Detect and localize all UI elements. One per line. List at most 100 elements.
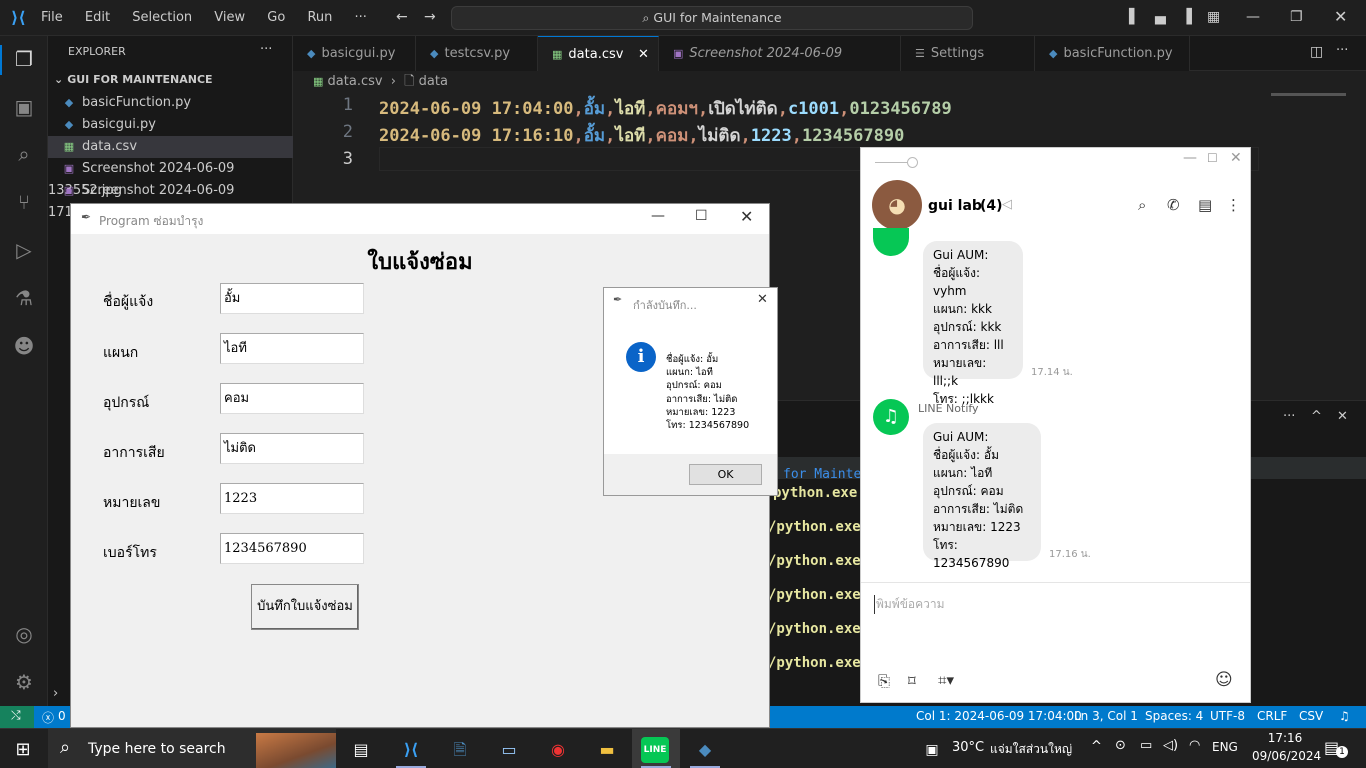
file-explorer-icon[interactable]: ▬ [592, 735, 622, 765]
chrome-icon[interactable]: ◉ [543, 735, 573, 765]
extensions-icon[interactable]: ▣ [10, 93, 38, 121]
close-panel-icon[interactable]: ✕ [1337, 409, 1348, 424]
testing-icon[interactable]: ⚗ [10, 284, 38, 312]
status-spaces[interactable]: Spaces: 4 [1145, 709, 1203, 723]
reporter-input[interactable]: อั้ม [220, 283, 364, 314]
save-button[interactable]: บันทึกใบแจ้งซ่อม [251, 584, 359, 630]
attach-icon[interactable]: ⎘ [878, 672, 890, 690]
number-input[interactable]: 1223 [220, 483, 364, 514]
python-idle-icon[interactable]: 🗎 [445, 735, 475, 765]
chat-name[interactable]: gui lab [928, 198, 982, 214]
remote-indicator[interactable]: ⤭ [0, 706, 34, 728]
battery-icon[interactable]: ▭ [1140, 738, 1152, 753]
task-view-icon[interactable]: ▤ [346, 735, 376, 765]
customize-layout-icon[interactable]: ▦ [1207, 9, 1220, 25]
tab-settings[interactable]: ☰ Settings [901, 36, 1035, 71]
toggle-secondary-sidebar-icon[interactable]: ▐ [1181, 9, 1192, 25]
more-actions-icon[interactable]: ··· [1336, 43, 1348, 58]
minimize-icon[interactable]: — [1246, 9, 1260, 25]
toggle-panel-icon[interactable]: ▄ [1155, 9, 1166, 25]
minimap[interactable] [1271, 93, 1346, 96]
taskbar-search[interactable]: ⌕ Type here to search [48, 729, 336, 768]
tab-testcsv[interactable]: ◆ testcsv.py [416, 36, 538, 71]
more-actions-icon[interactable]: ··· [1283, 409, 1295, 424]
wifi-icon[interactable]: ◠ [1189, 738, 1200, 753]
menu-selection[interactable]: Selection [132, 10, 192, 25]
python-icon[interactable]: ◆ [690, 735, 720, 765]
screenshot-crop-icon[interactable]: ⌗▾ [938, 671, 954, 689]
status-position[interactable]: Col 1: 2024-06-09 17:04:00 [916, 709, 1082, 723]
weather-temp[interactable]: 30°C [952, 740, 984, 755]
menu-edit[interactable]: Edit [85, 10, 110, 25]
forward-arrow-icon[interactable]: → [424, 9, 436, 25]
search-icon[interactable]: ⌕ [10, 140, 38, 168]
chevron-up-icon[interactable]: ^ [1091, 739, 1102, 754]
tab-screenshot[interactable]: ▣Screenshot 2024-06-09 133552.jpg [659, 36, 901, 96]
menu-go[interactable]: Go [267, 10, 285, 25]
phone-input[interactable]: 1234567890 [220, 533, 364, 564]
close-icon[interactable]: ✕ [757, 292, 768, 307]
control-panel-icon[interactable]: ▭ [494, 735, 524, 765]
file-item[interactable]: ◆ basicFunction.py [48, 92, 293, 114]
weather-text[interactable]: แจ่มใสส่วนใหญ่ [990, 740, 1072, 759]
toggle-sidebar-icon[interactable]: ▌ [1129, 9, 1140, 25]
chevron-right-icon[interactable]: › [53, 686, 58, 701]
tab-basicfunction[interactable]: ◆ basicFunction.py [1035, 36, 1190, 71]
breadcrumb-symbol[interactable]: data [419, 74, 448, 89]
message-bubble[interactable]: Gui AUM: ชื่อผู้แจ้ง: vyhm แผนก: kkk อุป… [923, 241, 1023, 406]
command-center[interactable]: ⌕ GUI for Maintenance [451, 6, 973, 30]
menu-file[interactable]: File [41, 10, 63, 25]
status-ln-col[interactable]: Ln 3, Col 1 [1074, 709, 1138, 723]
folder-header[interactable]: ⌄ GUI FOR MAINTENANCE [48, 69, 293, 91]
notes-icon[interactable]: ▤ [1198, 196, 1212, 214]
minimize-icon[interactable]: — [651, 208, 665, 224]
explorer-icon[interactable]: ❐ [10, 45, 38, 73]
source-control-icon[interactable]: ⑂ [10, 188, 38, 216]
weather-icon[interactable]: ▣ [917, 735, 947, 765]
tk-title-bar[interactable]: ✒ Program ซ่อมบำรุง — ☐ ✕ [71, 204, 769, 234]
status-language[interactable]: CSV [1299, 709, 1323, 723]
vscode-taskbar-icon[interactable]: ⟩⟨ [396, 735, 426, 765]
keep-icon[interactable]: ⌑ [908, 672, 916, 690]
tab-data-csv[interactable]: ▦ data.csv ✕ [538, 36, 659, 71]
department-input[interactable]: ไอที [220, 333, 364, 364]
maximize-panel-icon[interactable]: ^ [1311, 409, 1322, 424]
more-actions-icon[interactable]: ··· [260, 42, 272, 57]
file-item[interactable]: ▣Screenshot 2024-06-09 171252.jpg [48, 180, 293, 220]
windows-start-icon[interactable]: ⊞ [8, 735, 38, 765]
symptom-input[interactable]: ไม่ติด [220, 433, 364, 464]
ok-button[interactable]: OK [689, 464, 762, 485]
message-input[interactable]: พิมพ์ข้อความ [874, 595, 945, 614]
restore-icon[interactable]: ❐ [1290, 9, 1303, 25]
error-count[interactable]: 0 [58, 709, 66, 723]
error-icon[interactable]: ⓧ [42, 709, 54, 726]
more-menu-icon[interactable]: ⋮ [1226, 196, 1241, 214]
search-icon[interactable]: ⌕ [1138, 196, 1146, 214]
dialog-title-bar[interactable]: ✒ กำลังบันทึก... ✕ [604, 288, 777, 316]
close-tab-icon[interactable]: ✕ [638, 37, 649, 72]
menu-run[interactable]: Run [307, 10, 332, 25]
language-indicator[interactable]: ENG [1212, 740, 1238, 754]
call-icon[interactable]: ✆ [1167, 196, 1180, 214]
alien-extension-icon[interactable]: ☻ [10, 332, 38, 360]
minimize-icon[interactable]: — [1183, 150, 1197, 166]
clock-date[interactable]: 09/06/2024 [1252, 749, 1321, 763]
group-avatar[interactable]: ◕ [872, 180, 922, 230]
close-icon[interactable]: ✕ [1230, 150, 1242, 166]
opacity-slider[interactable] [907, 157, 918, 168]
bell-icon[interactable]: ♫ [1339, 709, 1350, 723]
settings-gear-icon[interactable]: ⚙ [10, 668, 38, 696]
device-input[interactable]: คอม [220, 383, 364, 414]
tab-basicgui[interactable]: ◆ basicgui.py [293, 36, 416, 71]
volume-icon[interactable]: ◁) [1163, 738, 1178, 753]
breadcrumb-file[interactable]: data.csv [328, 74, 383, 89]
line-app-icon[interactable]: LINE [641, 737, 669, 763]
status-eol[interactable]: CRLF [1257, 709, 1287, 723]
clock-time[interactable]: 17:16 [1260, 731, 1310, 745]
maximize-icon[interactable]: ☐ [1207, 151, 1218, 165]
close-icon[interactable]: ✕ [1334, 7, 1347, 26]
meet-now-icon[interactable]: ⊙ [1115, 738, 1126, 753]
back-arrow-icon[interactable]: ← [396, 9, 408, 25]
run-debug-icon[interactable]: ▷ [10, 236, 38, 264]
file-item[interactable]: ▣ Screenshot 2024-06-09 133552.jpg [48, 158, 293, 198]
